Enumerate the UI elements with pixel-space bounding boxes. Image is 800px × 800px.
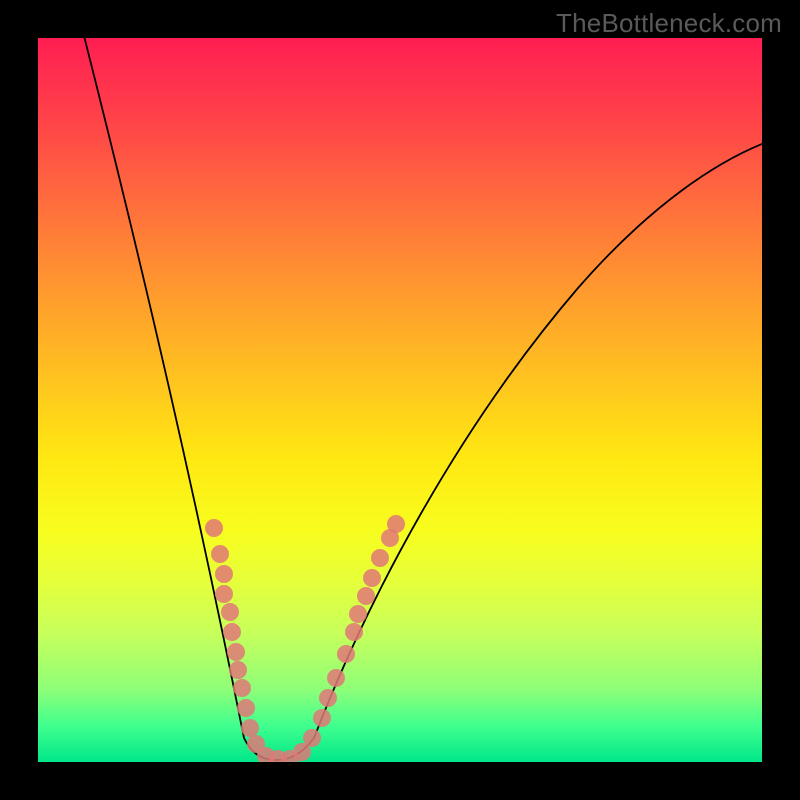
marker-dot bbox=[215, 585, 233, 603]
marker-dot bbox=[349, 605, 367, 623]
marker-dot bbox=[345, 623, 363, 641]
marker-dot bbox=[363, 569, 381, 587]
watermark-text: TheBottleneck.com bbox=[556, 8, 782, 39]
marker-dot bbox=[327, 669, 345, 687]
marker-dot bbox=[371, 549, 389, 567]
marker-dot bbox=[387, 515, 405, 533]
bottleneck-curve bbox=[82, 38, 762, 760]
marker-dot bbox=[357, 587, 375, 605]
marker-dot bbox=[337, 645, 355, 663]
marker-dot bbox=[229, 661, 247, 679]
chart-frame: TheBottleneck.com bbox=[0, 0, 800, 800]
marker-dot bbox=[241, 719, 259, 737]
marker-dot bbox=[223, 623, 241, 641]
marker-dot bbox=[205, 519, 223, 537]
marker-dot bbox=[215, 565, 233, 583]
marker-dot bbox=[227, 643, 245, 661]
marker-group bbox=[205, 515, 405, 762]
marker-dot bbox=[237, 699, 255, 717]
marker-dot bbox=[233, 679, 251, 697]
marker-dot bbox=[211, 545, 229, 563]
plot-area bbox=[38, 38, 762, 762]
marker-dot bbox=[221, 603, 239, 621]
chart-svg bbox=[38, 38, 762, 762]
marker-dot bbox=[313, 709, 331, 727]
marker-dot bbox=[319, 689, 337, 707]
marker-dot bbox=[303, 729, 321, 747]
